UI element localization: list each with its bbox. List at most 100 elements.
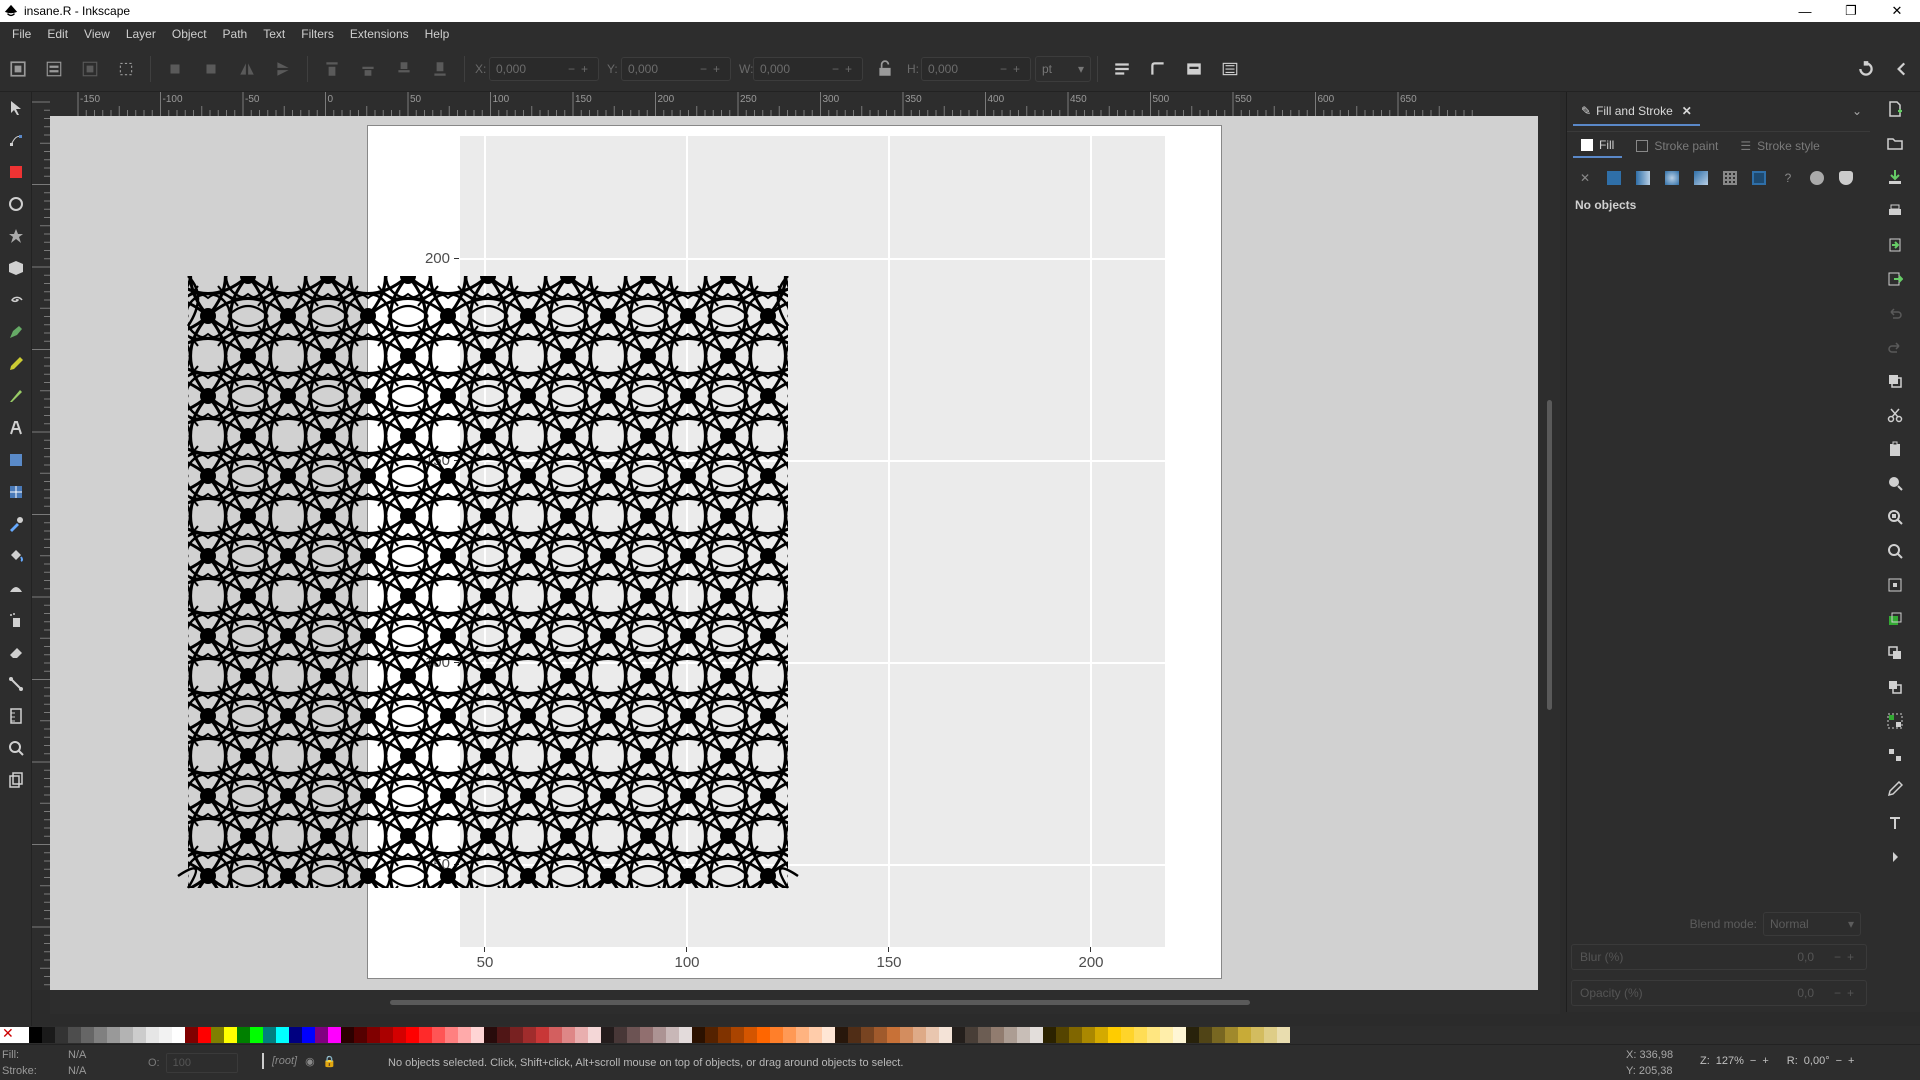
duplicate-icon[interactable] bbox=[1870, 602, 1920, 636]
palette-swatch[interactable] bbox=[1277, 1027, 1290, 1043]
eye-icon[interactable]: ◉ bbox=[305, 1055, 315, 1068]
palette-swatch[interactable] bbox=[926, 1027, 939, 1043]
palette-swatch[interactable] bbox=[627, 1027, 640, 1043]
unset-paint-icon[interactable]: ? bbox=[1778, 168, 1798, 188]
h-input[interactable]: 0,000 −+ bbox=[921, 56, 1031, 81]
rotation-value[interactable]: 0,00° bbox=[1804, 1055, 1830, 1067]
palette-swatch[interactable] bbox=[965, 1027, 978, 1043]
zoom-center-page-icon[interactable] bbox=[1870, 568, 1920, 602]
palette-swatch[interactable] bbox=[861, 1027, 874, 1043]
zoom-drawing-icon[interactable] bbox=[1870, 500, 1920, 534]
pattern-icon[interactable] bbox=[1720, 168, 1740, 188]
tab-stroke-paint[interactable]: Stroke paint bbox=[1628, 135, 1726, 157]
palette-swatch[interactable] bbox=[705, 1027, 718, 1043]
palette-swatch[interactable] bbox=[328, 1027, 341, 1043]
palette-swatch[interactable] bbox=[29, 1027, 42, 1043]
palette-swatch[interactable] bbox=[250, 1027, 263, 1043]
palette-swatch[interactable] bbox=[484, 1027, 497, 1043]
palette-swatch[interactable] bbox=[978, 1027, 991, 1043]
dropper-tool-icon[interactable] bbox=[0, 508, 32, 540]
3d-box-tool-icon[interactable] bbox=[0, 252, 32, 284]
redo-icon[interactable] bbox=[1870, 330, 1920, 364]
spray-tool-icon[interactable] bbox=[0, 604, 32, 636]
palette-swatch[interactable] bbox=[1212, 1027, 1225, 1043]
deselect-icon[interactable] bbox=[78, 57, 102, 81]
text-font-icon[interactable] bbox=[1870, 806, 1920, 840]
flip-vertical-icon[interactable] bbox=[271, 57, 295, 81]
w-input[interactable]: 0,000 −+ bbox=[753, 56, 863, 81]
palette-swatch[interactable] bbox=[81, 1027, 94, 1043]
raise-to-top-icon[interactable] bbox=[320, 57, 344, 81]
palette-swatch[interactable] bbox=[185, 1027, 198, 1043]
palette-swatch[interactable] bbox=[55, 1027, 68, 1043]
fill-rule-nonzero-icon[interactable] bbox=[1836, 168, 1856, 188]
lock-icon[interactable]: 🔒 bbox=[323, 1055, 337, 1068]
palette-swatch[interactable] bbox=[601, 1027, 614, 1043]
palette-swatch[interactable] bbox=[770, 1027, 783, 1043]
palette-swatch[interactable] bbox=[848, 1027, 861, 1043]
palette-swatch[interactable] bbox=[796, 1027, 809, 1043]
opacity-slider[interactable]: Opacity (%) 0,0 −+ bbox=[1571, 980, 1867, 1006]
palette-swatch[interactable] bbox=[120, 1027, 133, 1043]
zoom-selection-icon[interactable] bbox=[1870, 466, 1920, 500]
palette-swatch[interactable] bbox=[536, 1027, 549, 1043]
palette-swatch[interactable] bbox=[1147, 1027, 1160, 1043]
menu-help[interactable]: Help bbox=[417, 27, 458, 41]
x-input[interactable]: 0,000 −+ bbox=[489, 56, 599, 81]
snap-toggle-icon[interactable] bbox=[1854, 57, 1878, 81]
ungroup-icon[interactable] bbox=[1870, 738, 1920, 772]
minimize-button[interactable]: — bbox=[1782, 0, 1828, 22]
palette-swatch[interactable] bbox=[1264, 1027, 1277, 1043]
scale-gradients-icon[interactable] bbox=[1182, 57, 1206, 81]
palette-swatch[interactable] bbox=[1238, 1027, 1251, 1043]
blend-mode-select[interactable]: Normal ▾ bbox=[1763, 912, 1861, 936]
zoom-out-icon[interactable]: − bbox=[1750, 1055, 1756, 1067]
palette-swatch[interactable] bbox=[237, 1027, 250, 1043]
menu-edit[interactable]: Edit bbox=[39, 27, 76, 41]
palette-swatch[interactable] bbox=[315, 1027, 328, 1043]
paste-icon[interactable] bbox=[1870, 432, 1920, 466]
menu-extensions[interactable]: Extensions bbox=[342, 27, 417, 41]
measure-tool-icon[interactable] bbox=[0, 700, 32, 732]
close-window-button[interactable]: ✕ bbox=[1874, 0, 1920, 22]
palette-swatch[interactable] bbox=[1251, 1027, 1264, 1043]
more-commands-icon[interactable] bbox=[1870, 840, 1920, 874]
palette-swatch[interactable] bbox=[744, 1027, 757, 1043]
ellipse-tool-icon[interactable] bbox=[0, 188, 32, 220]
tab-fill[interactable]: Fill bbox=[1573, 134, 1623, 158]
palette-swatch[interactable] bbox=[900, 1027, 913, 1043]
palette-swatch[interactable] bbox=[575, 1027, 588, 1043]
palette-swatch[interactable] bbox=[1225, 1027, 1238, 1043]
drawing-canvas[interactable]: 200 150 100 50 50 100 150 200 bbox=[50, 116, 1538, 990]
palette-swatch[interactable] bbox=[783, 1027, 796, 1043]
fill-indicator[interactable]: N/A bbox=[68, 1047, 86, 1063]
tweak-tool-icon[interactable] bbox=[0, 572, 32, 604]
palette-swatch[interactable] bbox=[1199, 1027, 1212, 1043]
lock-ratio-icon[interactable] bbox=[873, 57, 897, 81]
linear-gradient-icon[interactable] bbox=[1633, 168, 1653, 188]
scale-stroke-icon[interactable] bbox=[1110, 57, 1134, 81]
group-icon[interactable] bbox=[1870, 704, 1920, 738]
rectangle-tool-icon[interactable] bbox=[0, 156, 32, 188]
print-icon[interactable] bbox=[1870, 194, 1920, 228]
palette-swatch[interactable] bbox=[211, 1027, 224, 1043]
close-tab-icon[interactable]: ✕ bbox=[1682, 104, 1692, 118]
palette-swatch[interactable] bbox=[679, 1027, 692, 1043]
opacity-field[interactable]: 100 bbox=[165, 1053, 238, 1073]
palette-swatch[interactable] bbox=[354, 1027, 367, 1043]
palette-swatch[interactable] bbox=[68, 1027, 81, 1043]
blur-stepper[interactable]: −+ bbox=[1834, 950, 1860, 964]
scale-corners-icon[interactable] bbox=[1146, 57, 1170, 81]
star-tool-icon[interactable] bbox=[0, 220, 32, 252]
palette-swatch[interactable] bbox=[367, 1027, 380, 1043]
palette-swatch[interactable] bbox=[302, 1027, 315, 1043]
palette-swatch[interactable] bbox=[263, 1027, 276, 1043]
pencil-tool-icon[interactable] bbox=[0, 348, 32, 380]
open-document-icon[interactable] bbox=[1870, 126, 1920, 160]
palette-swatch[interactable] bbox=[692, 1027, 705, 1043]
palette-swatch[interactable] bbox=[146, 1027, 159, 1043]
horizontal-scroll-thumb[interactable] bbox=[390, 1000, 1250, 1005]
save-icon[interactable] bbox=[1870, 160, 1920, 194]
y-input[interactable]: 0,000 −+ bbox=[621, 56, 731, 81]
menu-object[interactable]: Object bbox=[164, 27, 215, 41]
